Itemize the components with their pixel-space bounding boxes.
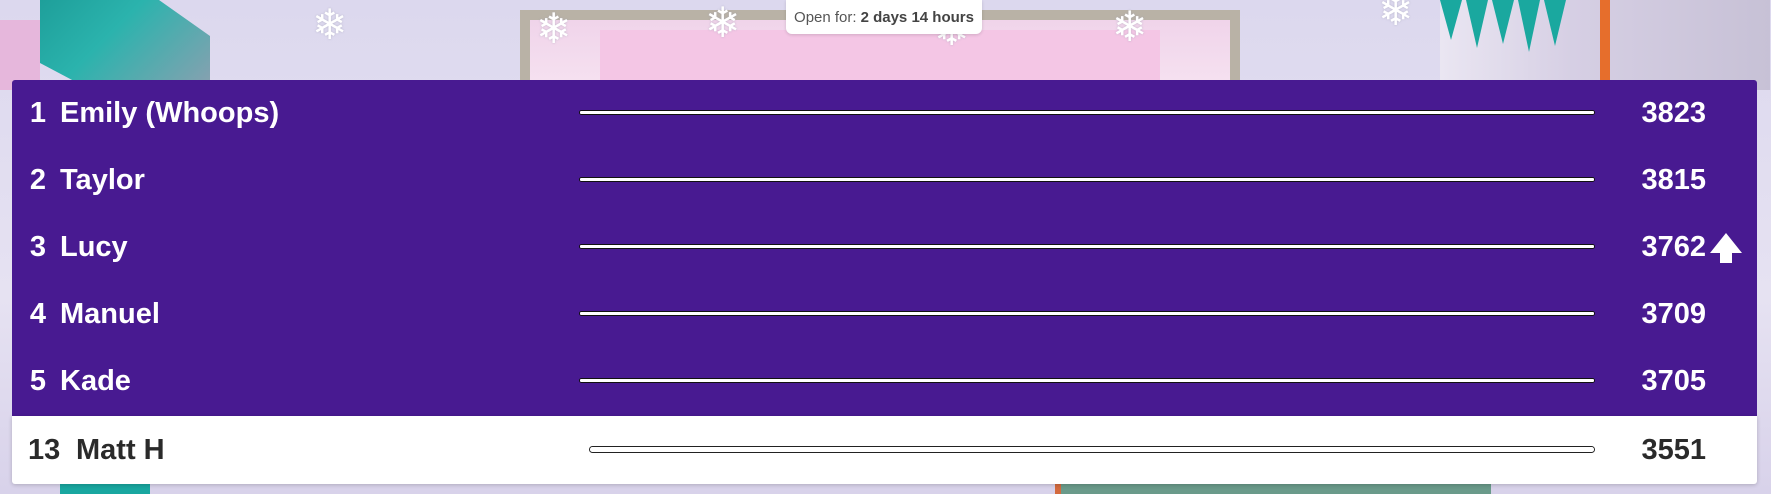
leaderboard-row: 2 Taylor 3815 — [12, 147, 1757, 214]
score-progress-bar — [579, 378, 1595, 383]
current-user-score: 3551 — [1641, 434, 1706, 466]
row-name: Kade — [60, 365, 131, 397]
leaderboard-row: 1 Emily (Whoops) 3823 — [12, 80, 1757, 147]
row-rank: 2 — [29, 164, 46, 196]
score-progress-bar — [579, 311, 1595, 316]
score-progress-fill — [590, 447, 1594, 452]
background-decor — [40, 0, 210, 90]
open-for-label: Open for: — [794, 8, 857, 26]
background-decor — [600, 30, 1160, 80]
row-rank: 3 — [29, 231, 46, 263]
snowflake-icon: ❄ — [1112, 2, 1148, 51]
leaderboard: 1 Emily (Whoops) 3823 2 Taylor 3815 3 Lu… — [12, 80, 1757, 484]
row-name: Lucy — [60, 231, 128, 263]
background-decor — [1600, 0, 1610, 80]
row-name: Emily (Whoops) — [60, 97, 280, 129]
open-for-badge: Open for: 2 days 14 hours — [786, 0, 982, 34]
leaderboard-row: 5 Kade 3705 — [12, 348, 1757, 415]
score-progress-bar — [579, 110, 1595, 115]
row-rank: 5 — [29, 365, 46, 397]
row-score: 3823 — [1641, 97, 1706, 129]
score-progress-fill — [580, 312, 1594, 315]
score-progress-fill — [580, 178, 1594, 181]
leaderboard-row: 4 Manuel 3709 — [12, 281, 1757, 348]
score-progress-bar — [579, 177, 1595, 182]
row-score: 3762 — [1641, 231, 1706, 263]
score-progress-bar — [589, 446, 1595, 453]
row-name: Manuel — [60, 298, 160, 330]
score-progress-bar — [579, 244, 1595, 249]
current-user-row: 13 Matt H 3551 — [12, 416, 1757, 484]
snowflake-icon: ❄ — [312, 0, 348, 49]
row-rank: 1 — [29, 97, 46, 129]
row-score: 3709 — [1641, 298, 1706, 330]
snowflake-icon: ❄ — [705, 0, 741, 47]
row-score: 3815 — [1641, 164, 1706, 196]
current-user-rank: 13 — [28, 434, 61, 466]
current-user-name: Matt H — [76, 434, 165, 466]
bunting-decor — [1440, 0, 1566, 52]
score-progress-fill — [580, 245, 1594, 248]
row-rank: 4 — [29, 298, 46, 330]
leaderboard-top-rows: 1 Emily (Whoops) 3823 2 Taylor 3815 3 Lu… — [12, 80, 1757, 416]
score-progress-fill — [580, 111, 1594, 114]
snowflake-icon: ❄ — [536, 4, 572, 53]
row-score: 3705 — [1641, 365, 1706, 397]
snowflake-icon: ❄ — [1378, 0, 1414, 35]
row-name: Taylor — [60, 164, 145, 196]
score-progress-fill — [580, 379, 1594, 382]
arrow-up-icon — [1710, 233, 1742, 263]
leaderboard-row: 3 Lucy 3762 — [12, 214, 1757, 281]
open-for-value: 2 days 14 hours — [860, 8, 974, 26]
